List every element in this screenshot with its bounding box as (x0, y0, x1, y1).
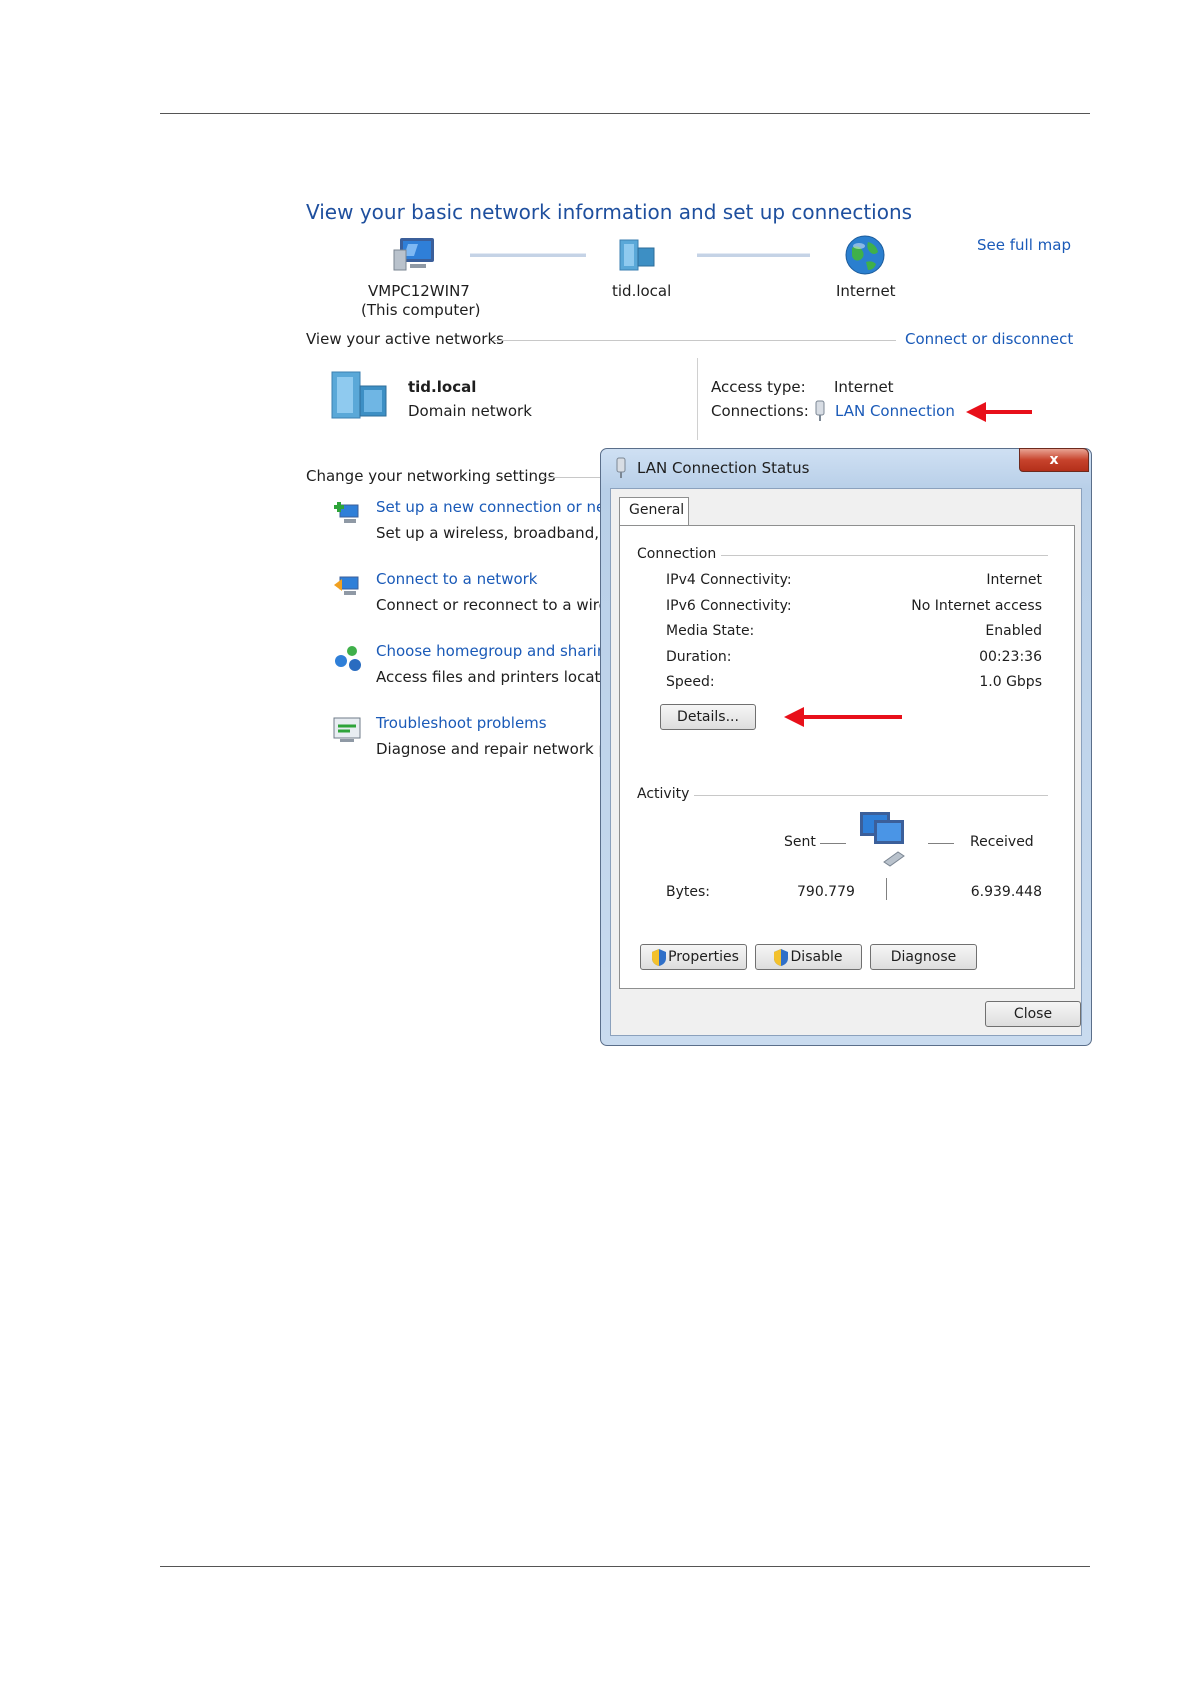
section-divider (694, 795, 1048, 796)
see-full-map-link[interactable]: See full map (977, 236, 1071, 254)
map-connector (697, 253, 810, 257)
computer-subtitle: (This computer) (361, 301, 481, 319)
troubleshoot-icon (333, 717, 361, 742)
disable-button-label: Disable (790, 949, 843, 965)
connections-label: Connections: (711, 402, 809, 420)
tab-general[interactable]: General (619, 497, 689, 525)
connect-network-icon (334, 576, 359, 595)
troubleshoot-link[interactable]: Troubleshoot problems (376, 714, 547, 732)
computer-icon[interactable] (392, 236, 436, 274)
sent-label: Sent (784, 834, 816, 850)
globe-icon[interactable] (844, 234, 886, 276)
dialog-title: LAN Connection Status (637, 459, 810, 477)
vertical-divider (697, 358, 698, 440)
duration-value: 00:23:36 (979, 649, 1042, 665)
troubleshoot-desc: Diagnose and repair network pro (376, 740, 624, 758)
ipv6-value: No Internet access (911, 598, 1042, 614)
ethernet-icon (815, 400, 825, 421)
bytes-received-value: 6.939.448 (970, 884, 1042, 900)
section-divider (541, 477, 601, 478)
received-label: Received (970, 834, 1034, 850)
lan-connection-link[interactable]: LAN Connection (835, 402, 955, 420)
speed-label: Speed: (666, 674, 715, 690)
homegroup-icon (335, 646, 361, 671)
bytes-divider (886, 878, 887, 900)
header-rule (160, 113, 1090, 114)
shield-icon (774, 949, 788, 966)
active-network-name: tid.local (408, 378, 477, 396)
dialog-body: General Connection IPv4 Connectivity: In… (610, 488, 1082, 1036)
details-button[interactable]: Details... (660, 704, 756, 730)
received-line (928, 843, 954, 844)
lan-status-dialog: LAN Connection Status x General Connecti… (600, 448, 1092, 1046)
footer-rule (160, 1566, 1090, 1567)
change-settings-heading: Change your networking settings (306, 467, 556, 485)
setup-connection-desc: Set up a wireless, broadband, dia (376, 524, 627, 542)
annotation-arrow (784, 707, 902, 727)
connection-heading: Connection (637, 546, 717, 562)
tab-panel-general: Connection IPv4 Connectivity: Internet I… (619, 525, 1075, 989)
bytes-label: Bytes: (666, 884, 711, 900)
ipv4-label: IPv4 Connectivity: (666, 572, 792, 588)
connect-disconnect-link[interactable]: Connect or disconnect (905, 330, 1073, 348)
disable-button[interactable]: Disable (755, 944, 862, 970)
speed-value: 1.0 Gbps (979, 674, 1042, 690)
active-networks-heading: View your active networks (306, 330, 504, 348)
media-state-label: Media State: (666, 623, 755, 639)
media-state-value: Enabled (985, 623, 1042, 639)
connect-network-link[interactable]: Connect to a network (376, 570, 538, 588)
domain-icon[interactable] (616, 236, 660, 274)
diagnose-button[interactable]: Diagnose (870, 944, 977, 970)
network-activity-icon (860, 812, 905, 867)
ipv4-value: Internet (986, 572, 1042, 588)
duration-label: Duration: (666, 649, 732, 665)
new-connection-icon (334, 502, 359, 523)
internet-label: Internet (836, 282, 896, 300)
sent-line (820, 843, 846, 844)
properties-button[interactable]: Properties (640, 944, 747, 970)
setup-connection-link[interactable]: Set up a new connection or netw (376, 498, 623, 516)
ethernet-icon (616, 457, 626, 478)
homegroup-desc: Access files and printers located (376, 668, 620, 686)
section-divider (492, 340, 896, 341)
connect-network-desc: Connect or reconnect to a wirele (376, 596, 622, 614)
homegroup-link[interactable]: Choose homegroup and sharing (376, 642, 616, 660)
map-connector (470, 253, 586, 257)
shield-icon (652, 949, 666, 966)
domain-name: tid.local (612, 282, 672, 300)
dialog-close-icon[interactable]: x (1019, 448, 1089, 472)
access-type-value: Internet (834, 378, 894, 396)
computer-name: VMPC12WIN7 (368, 282, 470, 300)
close-button[interactable]: Close (985, 1001, 1081, 1027)
annotation-arrow (966, 402, 1032, 422)
activity-heading: Activity (637, 786, 690, 802)
access-type-label: Access type: (711, 378, 806, 396)
ipv6-label: IPv6 Connectivity: (666, 598, 792, 614)
active-network-type: Domain network (408, 402, 532, 420)
section-divider (721, 555, 1048, 556)
bytes-sent-value: 790.779 (797, 884, 855, 900)
domain-network-icon (331, 371, 387, 419)
page-title: View your basic network information and … (306, 200, 913, 224)
properties-button-label: Properties (668, 949, 739, 965)
